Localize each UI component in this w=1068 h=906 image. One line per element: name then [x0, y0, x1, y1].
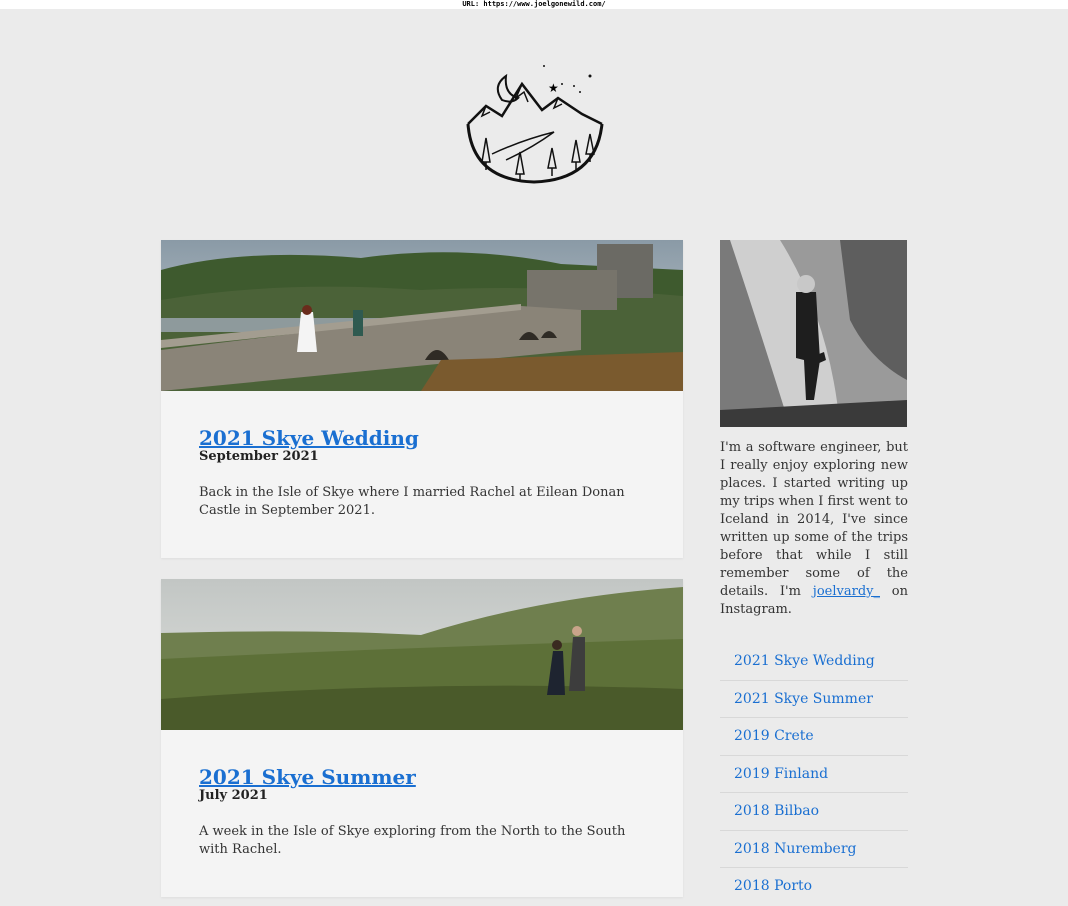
post-date: September 2021: [199, 449, 319, 464]
trip-list-item: 2021 Skye Wedding: [720, 643, 908, 681]
trip-list-item: 2019 Crete: [720, 718, 908, 756]
author-avatar: [720, 240, 907, 427]
trip-link[interactable]: 2018 Bilbao: [734, 793, 908, 830]
mountain-moon-logo-icon[interactable]: ★: [462, 62, 606, 186]
post-card: 2021 Skye Summer July 2021 A week in the…: [161, 579, 683, 897]
trip-link[interactable]: 2018 Nuremberg: [734, 831, 908, 868]
trip-list-item: 2019 Finland: [720, 756, 908, 793]
post-title: 2021 Skye Summer: [199, 766, 645, 788]
url-bar: URL: https://www.joelgonewild.com/: [0, 0, 1068, 9]
svg-text:★: ★: [548, 81, 559, 95]
post-title-link[interactable]: 2021 Skye Summer: [199, 765, 416, 789]
trip-link[interactable]: 2021 Skye Wedding: [734, 643, 908, 680]
bio-text: I'm a software engineer, but I really en…: [720, 440, 909, 599]
trip-list: 2021 Skye Wedding 2021 Skye Summer 2019 …: [720, 643, 908, 906]
post-excerpt: A week in the Isle of Skye exploring fro…: [199, 824, 626, 857]
sidebar: I'm a software engineer, but I really en…: [720, 240, 908, 906]
post-photo-moorland-couple[interactable]: [161, 579, 683, 730]
trip-link[interactable]: 2018 Porto: [734, 868, 908, 905]
post-card: 2021 Skye Wedding September 2021 Back in…: [161, 240, 683, 558]
post-excerpt: Back in the Isle of Skye where I married…: [199, 485, 625, 518]
trip-list-item: 2018 Porto: [720, 868, 908, 906]
trip-link[interactable]: 2019 Crete: [734, 718, 908, 755]
post-photo-castle-bridge[interactable]: [161, 240, 683, 391]
trip-link[interactable]: 2019 Finland: [734, 756, 908, 793]
trip-list-item: 2018 Bilbao: [720, 793, 908, 831]
post-date: July 2021: [199, 788, 268, 803]
post-title-link[interactable]: 2021 Skye Wedding: [199, 426, 419, 450]
post-title: 2021 Skye Wedding: [199, 427, 645, 449]
instagram-link[interactable]: joelvardy_: [813, 584, 880, 599]
trip-link[interactable]: 2021 Skye Summer: [734, 681, 908, 718]
trip-list-item: 2021 Skye Summer: [720, 681, 908, 718]
author-bio: I'm a software engineer, but I really en…: [720, 439, 908, 619]
trip-list-item: 2018 Nuremberg: [720, 831, 908, 868]
